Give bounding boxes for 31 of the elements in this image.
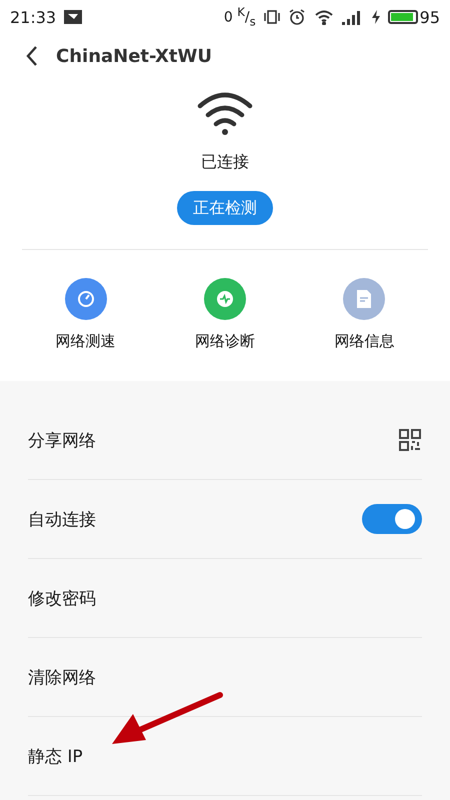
battery-percent: 95 [420, 8, 440, 26]
pulse-icon [214, 289, 235, 309]
network-title: ChinaNet-XtWU [56, 46, 212, 66]
settings-row[interactable]: 清除网络 [28, 638, 422, 717]
detecting-button[interactable]: 正在检测 [177, 191, 273, 225]
tool-button[interactable]: 网络诊断 [194, 278, 255, 351]
setting-label: 静态 IP [28, 746, 83, 768]
wifi-icon [196, 90, 254, 136]
vibrate-icon [264, 9, 280, 25]
charging-icon [372, 10, 380, 24]
wifi-icon [314, 9, 334, 25]
toggle-switch[interactable] [362, 504, 422, 534]
setting-label: 分享网络 [28, 430, 96, 452]
settings-row[interactable]: 分享网络 [28, 401, 422, 480]
alarm-clock-icon [288, 8, 306, 26]
clock-time: 21:33 [10, 8, 56, 26]
setting-label: 修改密码 [28, 588, 96, 610]
document-icon [355, 289, 374, 309]
tool-button[interactable]: 网络测速 [56, 278, 116, 351]
back-icon[interactable] [26, 45, 38, 67]
settings-row[interactable]: 修改密码 [28, 559, 422, 638]
battery-icon [388, 10, 418, 24]
network-speed: 0 $^{K}$/$_{s}$ [224, 5, 256, 29]
setting-label: 清除网络 [28, 666, 96, 688]
connection-status: 已连接 [201, 152, 249, 173]
image-icon [64, 10, 82, 24]
tool-button[interactable]: 网络信息 [334, 278, 394, 351]
qr-code-icon[interactable] [398, 428, 422, 452]
gauge-icon [76, 289, 96, 309]
settings-row[interactable]: 自动连接 [28, 480, 422, 559]
setting-label: 自动连接 [28, 508, 96, 530]
